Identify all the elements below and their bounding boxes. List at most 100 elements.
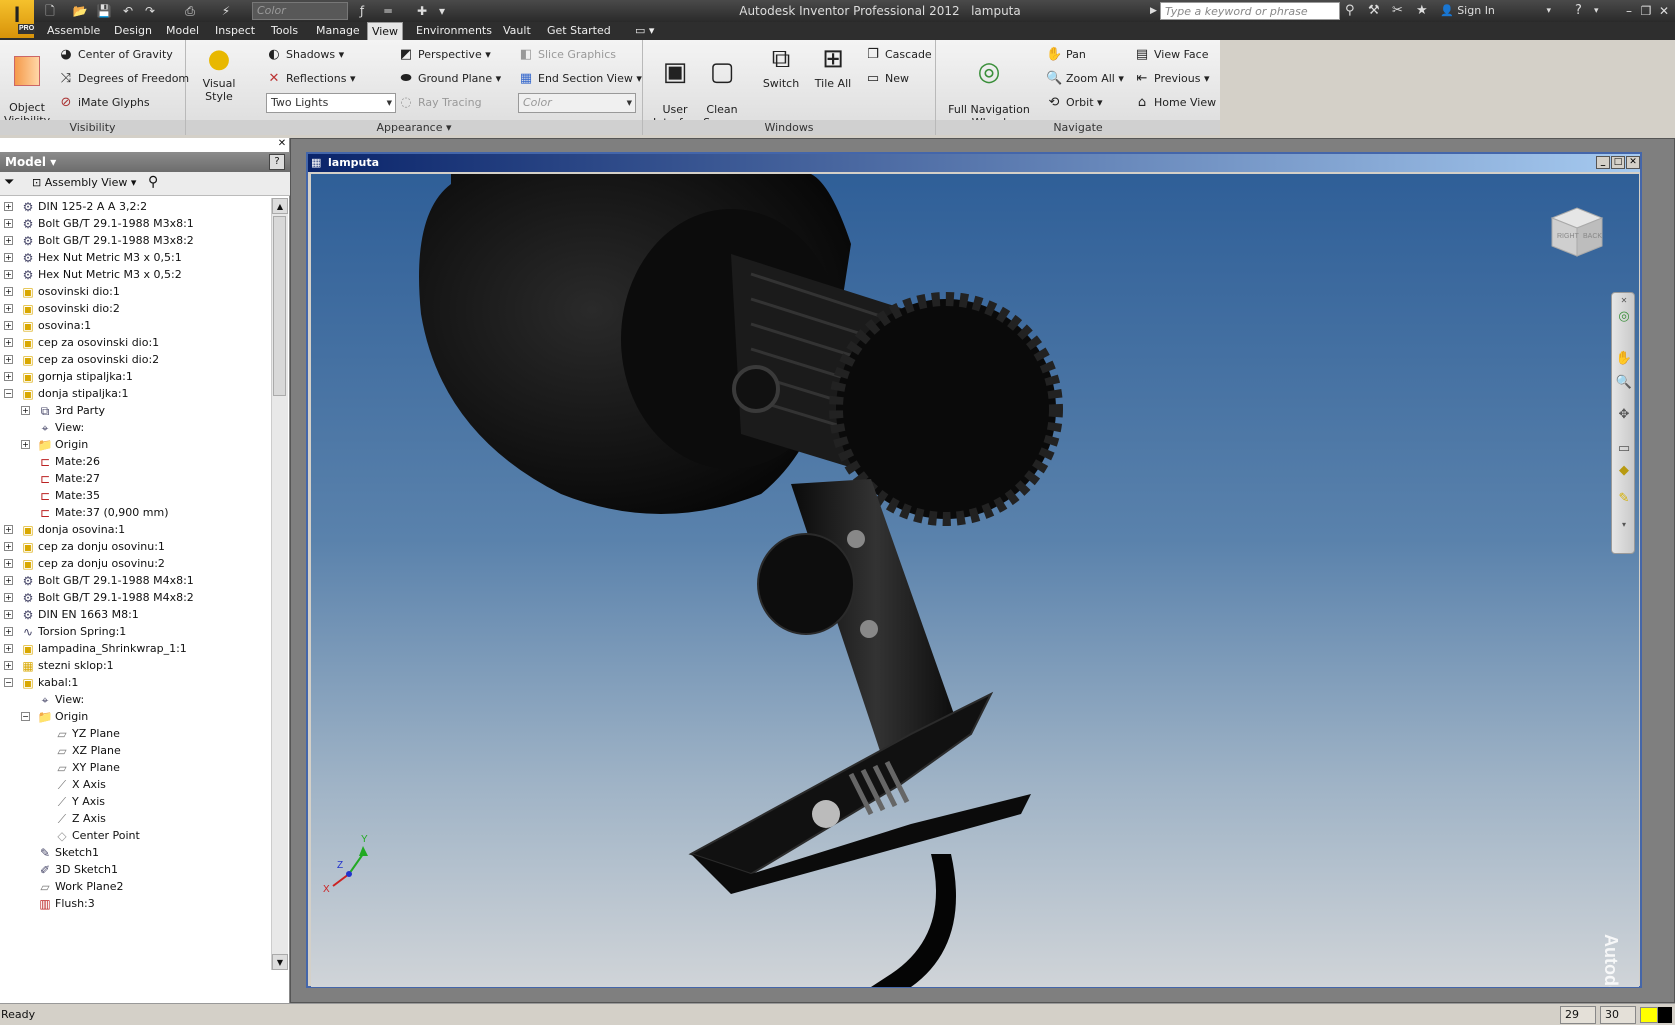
- end-section-view-button[interactable]: ▦ End Section View ▾: [518, 68, 642, 90]
- tree-item[interactable]: + ⚙ Hex Nut Metric M3 x 0,5:1: [0, 249, 270, 267]
- user-interface-button[interactable]: ▣ User Interface: [653, 43, 702, 129]
- navbar-pan-icon[interactable]: ✋: [1614, 349, 1634, 369]
- steering-wheel-icon[interactable]: ◎: [1614, 307, 1634, 327]
- tab-assemble[interactable]: Assemble: [44, 22, 103, 40]
- tree-item[interactable]: + ⧉ 3rd Party: [0, 402, 270, 420]
- expand-icon[interactable]: +: [21, 440, 30, 449]
- 3d-viewport[interactable]: Y X Z RIGHT BACK ✕ ◎ ✋ 🔍 ✥ ▭ ◆ ✎ ▾ Autod…: [311, 174, 1639, 987]
- expand-icon[interactable]: +: [4, 253, 13, 262]
- tree-item[interactable]: ⌖ View:: [0, 691, 270, 709]
- tree-item[interactable]: ✐ 3D Sketch1: [0, 861, 270, 879]
- previous-view-button[interactable]: ⇤ Previous ▾: [1134, 68, 1210, 90]
- tree-item[interactable]: + ▣ cep za osovinski dio:2: [0, 351, 270, 369]
- tree-item[interactable]: + ▦ stezni sklop:1: [0, 657, 270, 675]
- tree-item[interactable]: ✎ Sketch1: [0, 844, 270, 862]
- tree-item[interactable]: + ⚙ DIN 125-2 A A 3,2:2: [0, 198, 270, 216]
- tab-tools[interactable]: Tools: [268, 22, 301, 40]
- ray-tracing-button[interactable]: ◌ Ray Tracing: [398, 92, 481, 114]
- expand-icon[interactable]: +: [4, 372, 13, 381]
- tree-item[interactable]: + ⚙ DIN EN 1663 M8:1: [0, 606, 270, 624]
- viewcube-back-face[interactable]: BACK: [1583, 233, 1602, 240]
- search-expand-icon[interactable]: ▶: [1150, 3, 1157, 19]
- browser-header[interactable]: Model ▾: [0, 152, 290, 172]
- tab-manage[interactable]: Manage: [313, 22, 363, 40]
- object-visibility-button[interactable]: Object Visibility: [4, 43, 50, 127]
- tree-item[interactable]: + ⚙ Bolt GB/T 29.1-1988 M4x8:1: [0, 572, 270, 590]
- measure-icon[interactable]: ═: [380, 3, 396, 19]
- sign-in-button[interactable]: 👤 Sign In ▾: [1440, 3, 1555, 19]
- tree-item[interactable]: + ⚙ Bolt GB/T 29.1-1988 M3x8:2: [0, 232, 270, 250]
- expand-icon[interactable]: +: [4, 644, 13, 653]
- doc-minimize-icon[interactable]: _: [1596, 156, 1610, 169]
- navbar-menu-icon[interactable]: ▾: [1614, 515, 1634, 535]
- browser-help-icon[interactable]: ?: [269, 154, 285, 170]
- tab-model[interactable]: Model: [163, 22, 202, 40]
- viewcube-right-face[interactable]: RIGHT: [1557, 233, 1580, 240]
- tree-item[interactable]: ⊏ Mate:35: [0, 487, 270, 505]
- expand-icon[interactable]: +: [4, 338, 13, 347]
- browser-close-icon[interactable]: ✕: [276, 138, 288, 150]
- browser-scroll-thumb[interactable]: [273, 216, 286, 396]
- new-file-icon[interactable]: 🗋: [42, 3, 58, 19]
- quick-color-combo[interactable]: Color: [252, 2, 348, 20]
- expand-icon[interactable]: +: [21, 406, 30, 415]
- expand-icon[interactable]: +: [4, 627, 13, 636]
- expand-icon[interactable]: +: [4, 576, 13, 585]
- tree-item[interactable]: + ∿ Torsion Spring:1: [0, 623, 270, 641]
- tree-item[interactable]: + ⚙ Bolt GB/T 29.1-1988 M4x8:2: [0, 589, 270, 607]
- shadows-button[interactable]: ◐ Shadows ▾: [266, 44, 344, 66]
- expand-icon[interactable]: +: [4, 270, 13, 279]
- tree-item[interactable]: + ▣ cep za donju osovinu:1: [0, 538, 270, 556]
- document-window-title[interactable]: ▦ lamputa _ □ ✕: [308, 154, 1640, 172]
- navbar-look-icon[interactable]: ▭: [1614, 439, 1634, 459]
- communication-icon[interactable]: ✂: [1392, 3, 1403, 19]
- doc-close-icon[interactable]: ✕: [1626, 156, 1640, 169]
- redo-icon[interactable]: ↷: [142, 3, 158, 19]
- tree-item[interactable]: − ▣ donja stipaljka:1: [0, 385, 270, 403]
- expand-icon[interactable]: +: [4, 321, 13, 330]
- subscription-icon[interactable]: ⚒: [1368, 3, 1380, 19]
- tree-item[interactable]: ⊏ Mate:37 (0,900 mm): [0, 504, 270, 522]
- center-of-gravity-button[interactable]: ◕ Center of Gravity: [58, 44, 172, 66]
- search-input[interactable]: Type a keyword or phrase: [1160, 2, 1340, 20]
- find-icon[interactable]: ⚲: [148, 174, 158, 190]
- tree-item[interactable]: ⟋ Z Axis: [0, 810, 270, 828]
- expand-icon[interactable]: +: [4, 219, 13, 228]
- restore-icon[interactable]: ❐: [1637, 2, 1655, 20]
- tree-item[interactable]: + ▣ gornja stipaljka:1: [0, 368, 270, 386]
- tree-item[interactable]: + ▣ osovinski dio:2: [0, 300, 270, 318]
- expand-icon[interactable]: +: [4, 236, 13, 245]
- assembly-view-select[interactable]: ⊡ Assembly View ▾: [32, 176, 136, 189]
- tree-item[interactable]: ⟋ X Axis: [0, 776, 270, 794]
- help-icon[interactable]: ?: [1575, 3, 1582, 19]
- navbar-center-icon[interactable]: ✎: [1614, 489, 1634, 509]
- expand-icon[interactable]: +: [4, 559, 13, 568]
- add-icon[interactable]: ✚: [414, 3, 430, 19]
- collapse-icon[interactable]: −: [21, 712, 30, 721]
- expand-icon[interactable]: +: [4, 525, 13, 534]
- degrees-of-freedom-button[interactable]: ⤨ Degrees of Freedom: [58, 68, 189, 90]
- switch-button[interactable]: ⧉ Switch: [759, 43, 803, 90]
- tree-item[interactable]: + ▣ donja osovina:1: [0, 521, 270, 539]
- navbar-face-icon[interactable]: ◆: [1614, 461, 1634, 481]
- scroll-down-icon[interactable]: ▼: [272, 954, 288, 970]
- tree-item[interactable]: ⊏ Mate:26: [0, 453, 270, 471]
- collapse-icon[interactable]: −: [4, 678, 13, 687]
- tab-design[interactable]: Design: [111, 22, 155, 40]
- visual-style-button[interactable]: ● Visual Style: [192, 43, 246, 103]
- expand-icon[interactable]: +: [4, 593, 13, 602]
- new-window-button[interactable]: ▭ New: [865, 68, 909, 90]
- home-view-button[interactable]: ⌂ Home View: [1134, 92, 1216, 114]
- orbit-button[interactable]: ⟲ Orbit ▾: [1046, 92, 1103, 114]
- function-icon[interactable]: ƒ: [354, 3, 370, 19]
- tree-item[interactable]: − 📁 Origin: [0, 708, 270, 726]
- binoculars-icon[interactable]: ⚲: [1345, 3, 1355, 19]
- app-logo[interactable]: I PRO: [0, 0, 36, 38]
- expand-icon[interactable]: +: [4, 287, 13, 296]
- expand-icon[interactable]: +: [4, 202, 13, 211]
- tab-environments[interactable]: Environments: [413, 22, 495, 40]
- tab-inspect[interactable]: Inspect: [212, 22, 258, 40]
- tab-view[interactable]: View: [367, 22, 403, 40]
- perspective-button[interactable]: ◩ Perspective ▾: [398, 44, 491, 66]
- expand-icon[interactable]: +: [4, 661, 13, 670]
